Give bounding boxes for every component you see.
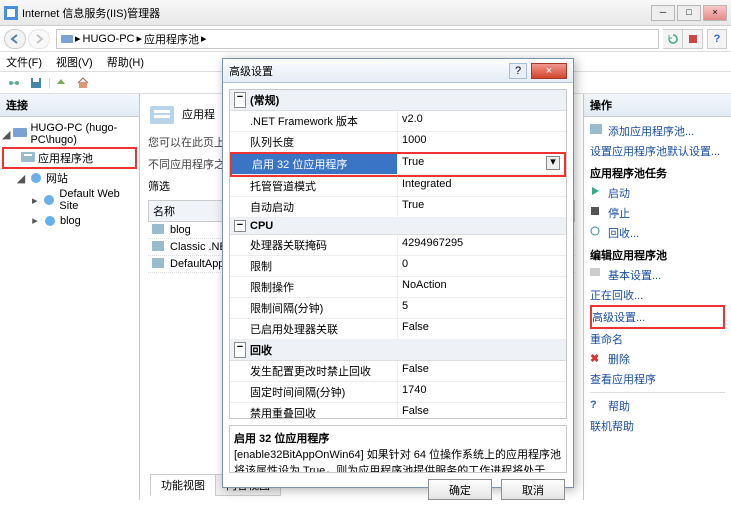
- iis-icon: [4, 6, 18, 20]
- window-title: Internet 信息服务(IIS)管理器: [22, 5, 649, 21]
- page-title: 应用程: [182, 106, 215, 122]
- minimize-button[interactable]: ─: [651, 5, 675, 21]
- prop-enable32bit[interactable]: 启用 32 位应用程序True▾: [232, 154, 564, 175]
- nav-back-button[interactable]: [4, 29, 26, 49]
- action-advanced[interactable]: 高级设置...: [590, 305, 725, 329]
- action-start[interactable]: 启动: [590, 183, 725, 203]
- collapse-icon[interactable]: −: [234, 342, 246, 358]
- tree-sites[interactable]: ◢网站: [2, 169, 137, 187]
- connections-header: 连接: [6, 97, 28, 113]
- dialog-close-button[interactable]: ×: [531, 63, 567, 79]
- action-basic[interactable]: 基本设置...: [590, 265, 725, 285]
- server-icon: [61, 33, 73, 45]
- tree-site-default[interactable]: ▸Default Web Site: [2, 187, 137, 213]
- tree-host[interactable]: ◢HUGO-PC (hugo-PC\hugo): [2, 121, 137, 147]
- close-button[interactable]: ×: [703, 5, 727, 21]
- action-delete[interactable]: ✖删除: [590, 349, 725, 369]
- task-group: 应用程序池任务: [590, 165, 725, 181]
- dialog-title: 高级设置: [229, 63, 509, 79]
- maximize-button[interactable]: □: [677, 5, 701, 21]
- action-rename[interactable]: 重命名: [590, 329, 725, 349]
- edit-group: 编辑应用程序池: [590, 247, 725, 263]
- filter-label: 筛选: [148, 178, 170, 194]
- apppool-icon: [148, 100, 176, 128]
- breadcrumb[interactable]: ▸ HUGO-PC ▸ 应用程序池 ▸: [56, 29, 659, 49]
- stop-button-toolbar[interactable]: [683, 29, 703, 49]
- action-recycle[interactable]: 回收...: [590, 223, 725, 243]
- actions-header: 操作: [584, 94, 731, 117]
- nav-forward-button[interactable]: [28, 29, 50, 49]
- collapse-icon[interactable]: −: [234, 220, 246, 232]
- dialog-help-button[interactable]: ?: [509, 63, 527, 79]
- cancel-button[interactable]: 取消: [501, 479, 565, 500]
- menu-view[interactable]: 视图(V): [56, 54, 93, 70]
- action-help[interactable]: ?帮助: [590, 396, 725, 416]
- collapse-icon[interactable]: −: [234, 92, 246, 108]
- action-online-help[interactable]: 联机帮助: [590, 416, 725, 436]
- property-grid[interactable]: −(常规) .NET Framework 版本v2.0 队列长度1000 启用 …: [229, 89, 567, 419]
- action-recycling[interactable]: 正在回收...: [590, 285, 725, 305]
- ok-button[interactable]: 确定: [428, 479, 492, 500]
- action-stop[interactable]: 停止: [590, 203, 725, 223]
- connect-button[interactable]: [4, 74, 24, 92]
- tab-features[interactable]: 功能视图: [150, 474, 216, 496]
- action-add-pool[interactable]: 添加应用程序池...: [590, 121, 725, 141]
- chevron-down-icon[interactable]: ▾: [546, 156, 560, 170]
- menu-file[interactable]: 文件(F): [6, 54, 42, 70]
- action-defaults[interactable]: 设置应用程序池默认设置...: [590, 141, 725, 161]
- action-view-apps[interactable]: 查看应用程序: [590, 369, 725, 389]
- tree-apppools[interactable]: 应用程序池: [2, 147, 137, 169]
- advanced-settings-dialog: 高级设置 ? × −(常规) .NET Framework 版本v2.0 队列长…: [222, 58, 574, 488]
- tree-site-blog[interactable]: ▸blog: [2, 213, 137, 228]
- refresh-button[interactable]: [663, 29, 683, 49]
- up-button[interactable]: [51, 74, 71, 92]
- prop-description: 启用 32 位应用程序 [enable32BitAppOnWin64] 如果针对…: [229, 425, 567, 473]
- save-button[interactable]: [26, 74, 46, 92]
- home-button[interactable]: [73, 74, 93, 92]
- menu-help[interactable]: 帮助(H): [107, 54, 144, 70]
- help-toolbar-button[interactable]: ?: [707, 29, 727, 49]
